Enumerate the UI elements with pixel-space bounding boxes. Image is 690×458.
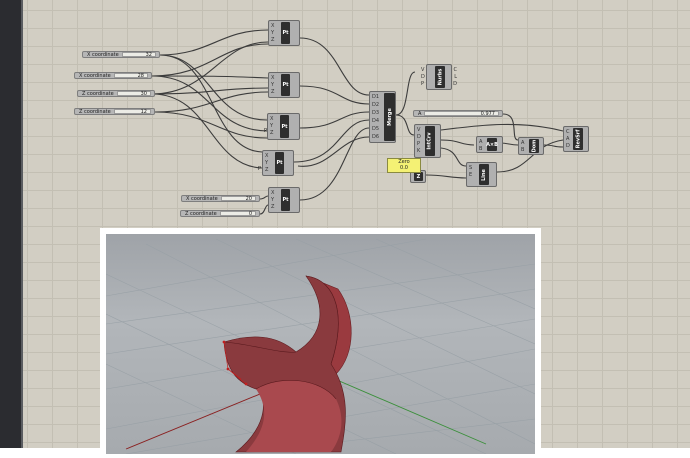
x-coordinate-slider-1[interactable]: X coordinate 32 [82, 51, 160, 58]
z-coordinate-slider-2[interactable]: Z coordinate 12 [74, 108, 155, 115]
port-label: P [264, 128, 268, 134]
wire [297, 136, 370, 167]
slider-value[interactable]: 32 [121, 52, 156, 58]
slider-label: X coordinate [87, 51, 119, 58]
slider-value[interactable]: 12 [113, 109, 151, 115]
viewport-scene [106, 238, 535, 454]
pt-component[interactable]: XYZ Pt [268, 187, 300, 213]
slider-label: Z coordinate [79, 108, 111, 115]
control-point [222, 340, 226, 344]
wire [502, 113, 519, 141]
rhino-viewport-frame [100, 228, 541, 458]
wire [395, 71, 416, 116]
wire [159, 29, 269, 56]
wire [299, 85, 370, 105]
wire [425, 174, 467, 179]
wire [543, 144, 564, 148]
slider-label: Z coordinate [82, 90, 114, 97]
perspective-viewport[interactable] [106, 234, 535, 454]
pt-component[interactable]: XYZ Pt [268, 20, 300, 46]
pt-component[interactable]: XYZ Pt [267, 113, 300, 140]
wire [440, 123, 564, 132]
multiplication-component[interactable]: AB A×B [476, 136, 503, 153]
port-label: P [258, 166, 262, 172]
domain-component[interactable]: AB Dom [518, 137, 544, 155]
slider-value[interactable]: 0.977 [424, 111, 499, 117]
wire [395, 114, 415, 136]
nurbs-curve-component[interactable]: VDP Nurbs CLD [421, 64, 457, 90]
slider-value[interactable]: 0 [219, 211, 256, 217]
slider-label: Z coordinate [185, 210, 217, 217]
x-coordinate-slider-3[interactable]: X coordinate 20 [181, 195, 260, 202]
control-point [244, 382, 248, 386]
revolved-surface [223, 275, 352, 453]
pt-component[interactable]: XYZ Pt [268, 72, 300, 98]
wire [154, 111, 268, 139]
control-point [226, 367, 230, 371]
a-slider[interactable]: A 0.977 [413, 110, 503, 117]
wire [299, 111, 370, 129]
slider-label: X coordinate [79, 72, 111, 79]
wire [440, 139, 475, 146]
wire [159, 54, 268, 121]
z-coordinate-slider-3[interactable]: Z coordinate 0 [180, 210, 260, 217]
slider-value[interactable]: 30 [116, 91, 151, 97]
zero-panel[interactable]: Zero 0.0 [387, 158, 421, 173]
line-component[interactable]: SE Line [466, 162, 497, 187]
interpolate-curve-component[interactable]: VDPK IntCrv [414, 124, 441, 158]
slider-value[interactable]: 28 [113, 73, 148, 79]
panel-value: 0.0 [400, 165, 408, 171]
slider-value[interactable]: 20 [220, 196, 256, 202]
slider-label: X coordinate [186, 195, 218, 202]
z-coordinate-slider-1[interactable]: Z coordinate 30 [77, 90, 155, 97]
slider-label: A [418, 110, 422, 117]
wire [259, 204, 269, 215]
revolution-surface-component[interactable]: CAD RevSrf [563, 126, 589, 152]
wire [151, 93, 263, 169]
pt-component[interactable]: XYZ Pt [262, 150, 294, 176]
wire [259, 195, 269, 200]
wire [440, 147, 467, 167]
merge-component[interactable]: D1 D2 D3 D4 D5 D6 Merge [369, 91, 396, 143]
x-coordinate-slider-2[interactable]: X coordinate 28 [74, 72, 152, 79]
